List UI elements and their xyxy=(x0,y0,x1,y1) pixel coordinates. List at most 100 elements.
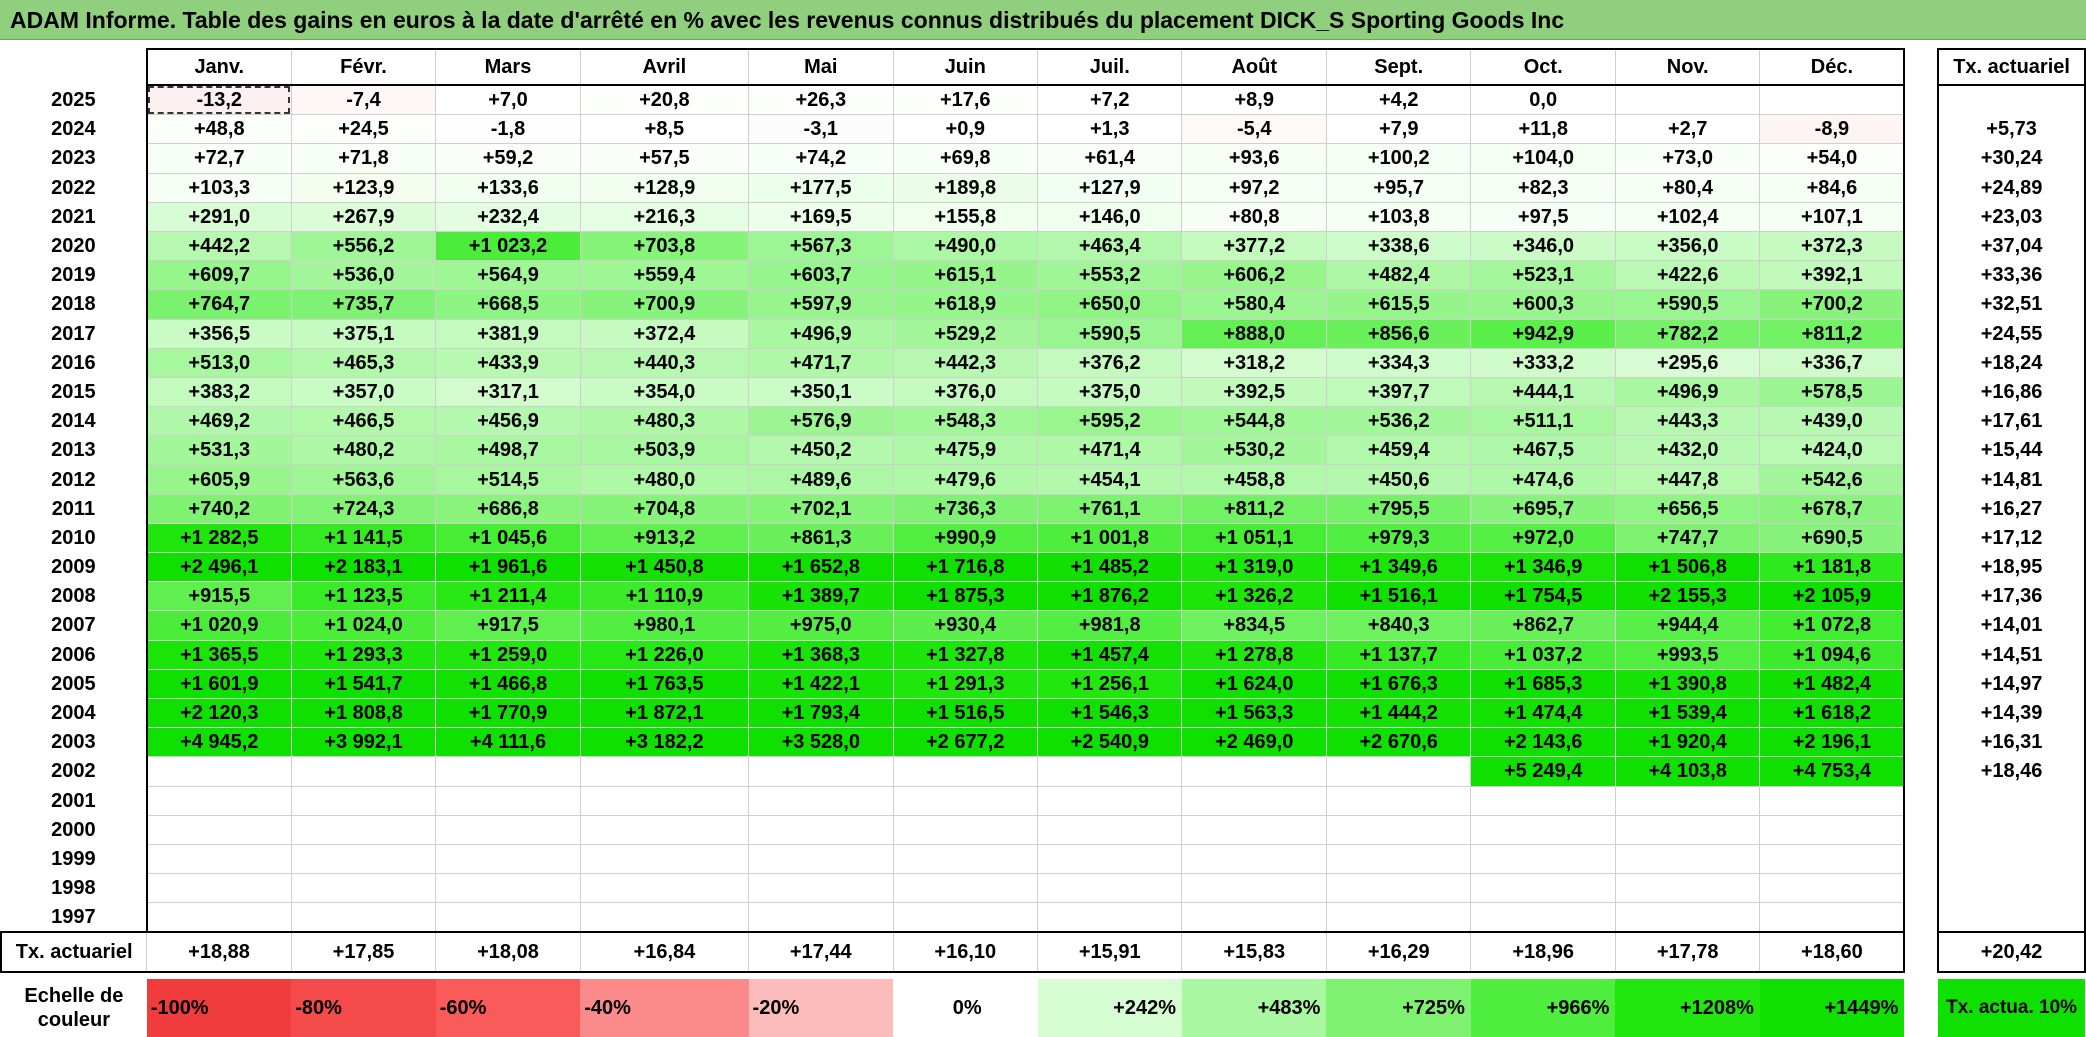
column-gap xyxy=(1904,902,1939,933)
gain-cell: +747,7 xyxy=(1614,522,1761,554)
gain-cell: +357,0 xyxy=(290,376,437,408)
gain-cell: +480,3 xyxy=(579,406,750,437)
gain-cell: +7,9 xyxy=(1325,114,1472,145)
gain-cell xyxy=(1325,814,1472,845)
table-row: 2020 +442,2 +556,2 +1 023,2 +703,8 +567,3 +490… xyxy=(1,230,2086,262)
gain-cell: +1 123,5 xyxy=(290,581,437,612)
row-tax-cell: +14,01 xyxy=(1937,610,2086,641)
column-gap xyxy=(1904,202,1939,232)
gain-cell: +1 346,9 xyxy=(1470,551,1616,583)
year-label: 2005 xyxy=(51,672,96,695)
gain-cell: +0,9 xyxy=(892,114,1039,145)
row-tax-cell xyxy=(1937,902,2086,934)
gain-cell: +2 155,3 xyxy=(1614,581,1761,612)
gain-cell: +8,5 xyxy=(579,114,750,145)
footer-tax-cell: +17,85 xyxy=(290,931,437,974)
gain-cell: -7,4 xyxy=(290,84,437,116)
gain-cell: +981,8 xyxy=(1036,610,1183,641)
gain-cell: +354,0 xyxy=(579,376,750,408)
column-gap xyxy=(1904,523,1939,553)
gain-cell: +376,0 xyxy=(892,376,1039,408)
row-tax-cell: +18,24 xyxy=(1937,348,2086,378)
row-tax-cell: +33,36 xyxy=(1937,260,2086,290)
gain-cell: +1 563,3 xyxy=(1181,697,1327,729)
year-label: 2024 xyxy=(51,118,96,141)
gain-cell: +103,8 xyxy=(1325,201,1472,232)
gain-cell xyxy=(892,902,1039,934)
column-gap xyxy=(1904,640,1939,670)
year-label: 2004 xyxy=(51,702,96,725)
gain-cell: +2 143,6 xyxy=(1470,727,1616,758)
gain-cell: +469,2 xyxy=(145,406,292,437)
spacer xyxy=(893,972,1037,979)
color-scale-label: Echelle de couleur xyxy=(24,985,124,1032)
month-header: Juin xyxy=(892,48,1039,86)
table-row: 2022 +103,3 +123,9 +133,6 +128,9 +177,5 +189,8… xyxy=(1,172,2086,203)
spacer xyxy=(580,972,748,979)
gain-cell: +590,5 xyxy=(1614,289,1761,320)
gain-cell: +95,7 xyxy=(1325,172,1472,203)
gain-cell: +942,9 xyxy=(1470,318,1616,349)
gain-cell: +1 390,8 xyxy=(1614,668,1761,699)
color-scale-step: +483% xyxy=(1181,979,1327,1037)
gain-cell: +531,3 xyxy=(145,435,292,466)
year-label: 2019 xyxy=(51,264,96,287)
table-row: 2018 +764,7 +735,7 +668,5 +700,9 +597,9 +618,9… xyxy=(1,289,2086,320)
color-scale-step: -60% xyxy=(435,979,581,1037)
gain-cell: +1 278,8 xyxy=(1181,639,1327,670)
table-row: 1997 xyxy=(1,902,2086,934)
gain-cell: +442,3 xyxy=(892,347,1039,378)
gain-cell: +1 793,4 xyxy=(748,697,894,729)
table-row: 2009 +2 496,1 +2 183,1 +1 961,6 +1 450,8 +1 6… xyxy=(1,551,2086,583)
row-tax-cell: +17,36 xyxy=(1937,581,2086,611)
gain-cell: +576,9 xyxy=(748,406,894,437)
gain-cell xyxy=(579,814,750,845)
gain-cell xyxy=(1181,902,1327,934)
spacer xyxy=(1,972,147,979)
year-label: 2010 xyxy=(51,526,96,549)
gain-cell xyxy=(892,814,1039,845)
year-label: 2016 xyxy=(51,351,96,374)
gain-cell: +1 256,1 xyxy=(1036,668,1183,699)
gain-cell: +1 875,3 xyxy=(892,581,1039,612)
gain-cell xyxy=(579,873,750,904)
year-label: 2011 xyxy=(51,497,96,520)
gain-cell: +1 110,9 xyxy=(579,581,750,612)
footer-tax-cell: +18,60 xyxy=(1759,931,1906,974)
table-row: 2008 +915,5 +1 123,5 +1 211,4 +1 110,9 +1 389… xyxy=(1,581,2086,612)
footer-tax-cell: +18,96 xyxy=(1470,931,1616,974)
gain-cell: +930,4 xyxy=(892,610,1039,641)
gain-cell: +54,0 xyxy=(1759,143,1906,174)
row-tax-cell: +16,27 xyxy=(1937,494,2086,524)
gain-cell: +703,8 xyxy=(579,230,750,262)
gain-cell: +695,7 xyxy=(1470,493,1616,524)
footer-tax-cell: +17,44 xyxy=(748,931,894,974)
gain-cell: +333,2 xyxy=(1470,347,1616,378)
color-scale-step: -80% xyxy=(291,979,436,1037)
footer-total-tax: +20,42 xyxy=(1937,931,2086,974)
gain-cell: +100,2 xyxy=(1325,143,1472,174)
gain-cell xyxy=(145,902,292,934)
gain-cell: +1 368,3 xyxy=(748,639,894,670)
month-header: Déc. xyxy=(1759,48,1906,86)
gain-cell: +1 516,1 xyxy=(1325,581,1472,612)
gain-cell: +1 226,0 xyxy=(579,639,750,670)
gain-cell: +102,4 xyxy=(1614,201,1761,232)
month-header: Nov. xyxy=(1614,48,1761,86)
column-gap xyxy=(1904,260,1939,290)
gain-cell xyxy=(748,843,894,875)
month-header: Août xyxy=(1181,48,1327,86)
gain-cell: +1 754,5 xyxy=(1470,581,1616,612)
gain-cell: +553,2 xyxy=(1036,260,1183,291)
gain-cell xyxy=(579,756,750,787)
gain-cell: +559,4 xyxy=(579,260,750,291)
gain-cell xyxy=(435,902,581,934)
gain-cell: +993,5 xyxy=(1614,639,1761,670)
gain-cell xyxy=(1325,873,1472,904)
year-label: 2018 xyxy=(51,293,96,316)
table-row: 2000 xyxy=(1,814,2086,845)
gain-cell: +536,0 xyxy=(290,260,437,291)
gain-cell: +2 469,0 xyxy=(1181,727,1327,758)
gain-cell xyxy=(1759,84,1906,116)
gain-cell: +7,0 xyxy=(435,84,581,116)
